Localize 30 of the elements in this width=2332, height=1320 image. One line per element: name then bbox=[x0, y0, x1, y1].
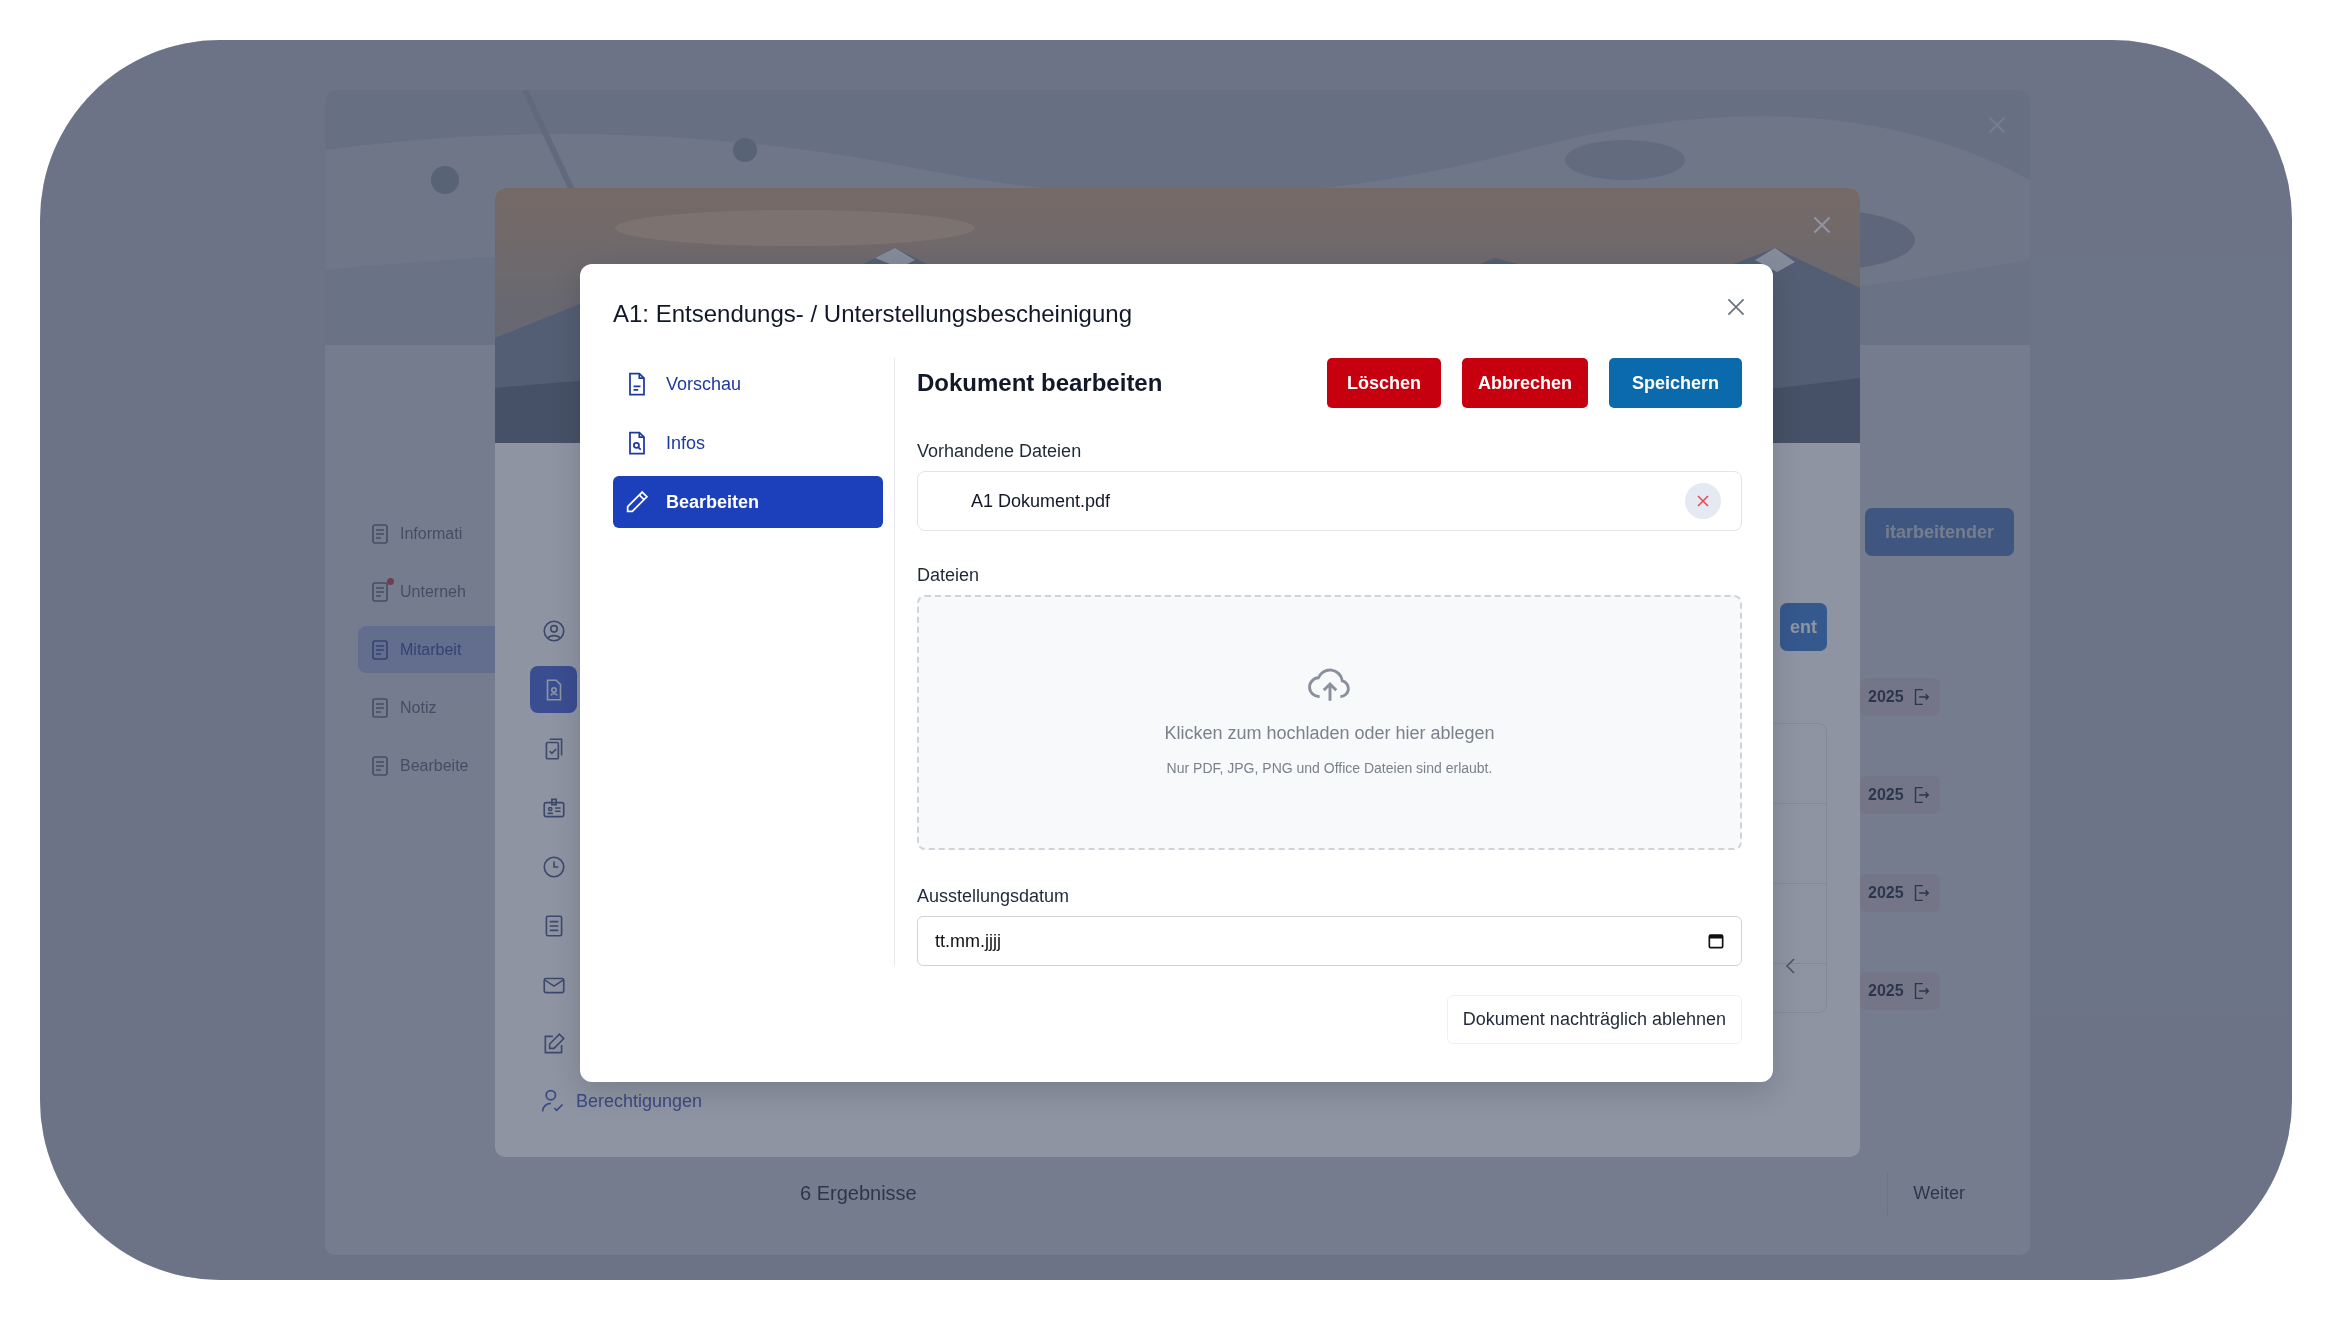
clock-icon bbox=[540, 853, 567, 880]
cancel-button[interactable]: Abbrechen bbox=[1461, 358, 1588, 408]
field-label: Vorhandene Dateien bbox=[917, 441, 1083, 462]
field-label: Dateien bbox=[917, 565, 981, 586]
dialog-title: A1: Entsendungs- / Unterstellungsbescheinigung bbox=[613, 300, 1132, 328]
tab[interactable]: Infos bbox=[613, 417, 883, 469]
upload-dropzone[interactable]: Klicken zum hochladen oder hier ablegen Nur PDF, JPG, PNG und Office Dateien sind erlaubt. bbox=[917, 595, 1742, 850]
upload-button[interactable]: ent bbox=[1780, 603, 1827, 651]
document-tab[interactable] bbox=[530, 666, 577, 713]
user-circle-icon bbox=[540, 617, 567, 644]
calendar-icon[interactable] bbox=[1706, 931, 1726, 951]
reject-button[interactable]: Dokument nachträglich ablehnen bbox=[1446, 995, 1742, 1044]
tab[interactable]: Vorschau bbox=[613, 358, 883, 410]
save-button[interactable]: Speichern bbox=[1608, 358, 1742, 408]
tab[interactable]: Bearbeiten bbox=[613, 476, 883, 528]
date-field[interactable]: tt.mm.jjjj bbox=[917, 916, 1742, 966]
date-tag: 2025 bbox=[1860, 776, 1940, 814]
date-tag: 2025 bbox=[1860, 678, 1940, 716]
date-tag: 2025 bbox=[1860, 874, 1940, 912]
dropzone-hint: Nur PDF, JPG, PNG und Office Dateien sind erlaubt. bbox=[1166, 760, 1493, 776]
field-label: Ausstellungsdatum bbox=[917, 886, 1071, 907]
file-name: A1 Dokument.pdf bbox=[971, 490, 1111, 512]
remove-button[interactable] bbox=[1685, 483, 1721, 519]
delete-button[interactable]: Löschen bbox=[1326, 358, 1441, 408]
next-button[interactable]: Weiter bbox=[1887, 1171, 1990, 1215]
results-count: 6 Ergebnisse bbox=[800, 1181, 917, 1207]
permissions-link[interactable]: Berechtigungen bbox=[576, 1090, 703, 1112]
date-tag: 2025 bbox=[1860, 972, 1940, 1010]
section-heading: Dokument bearbeiten bbox=[917, 369, 1163, 397]
dropzone-text: Klicken zum hochladen oder hier ablegen bbox=[1164, 723, 1495, 744]
